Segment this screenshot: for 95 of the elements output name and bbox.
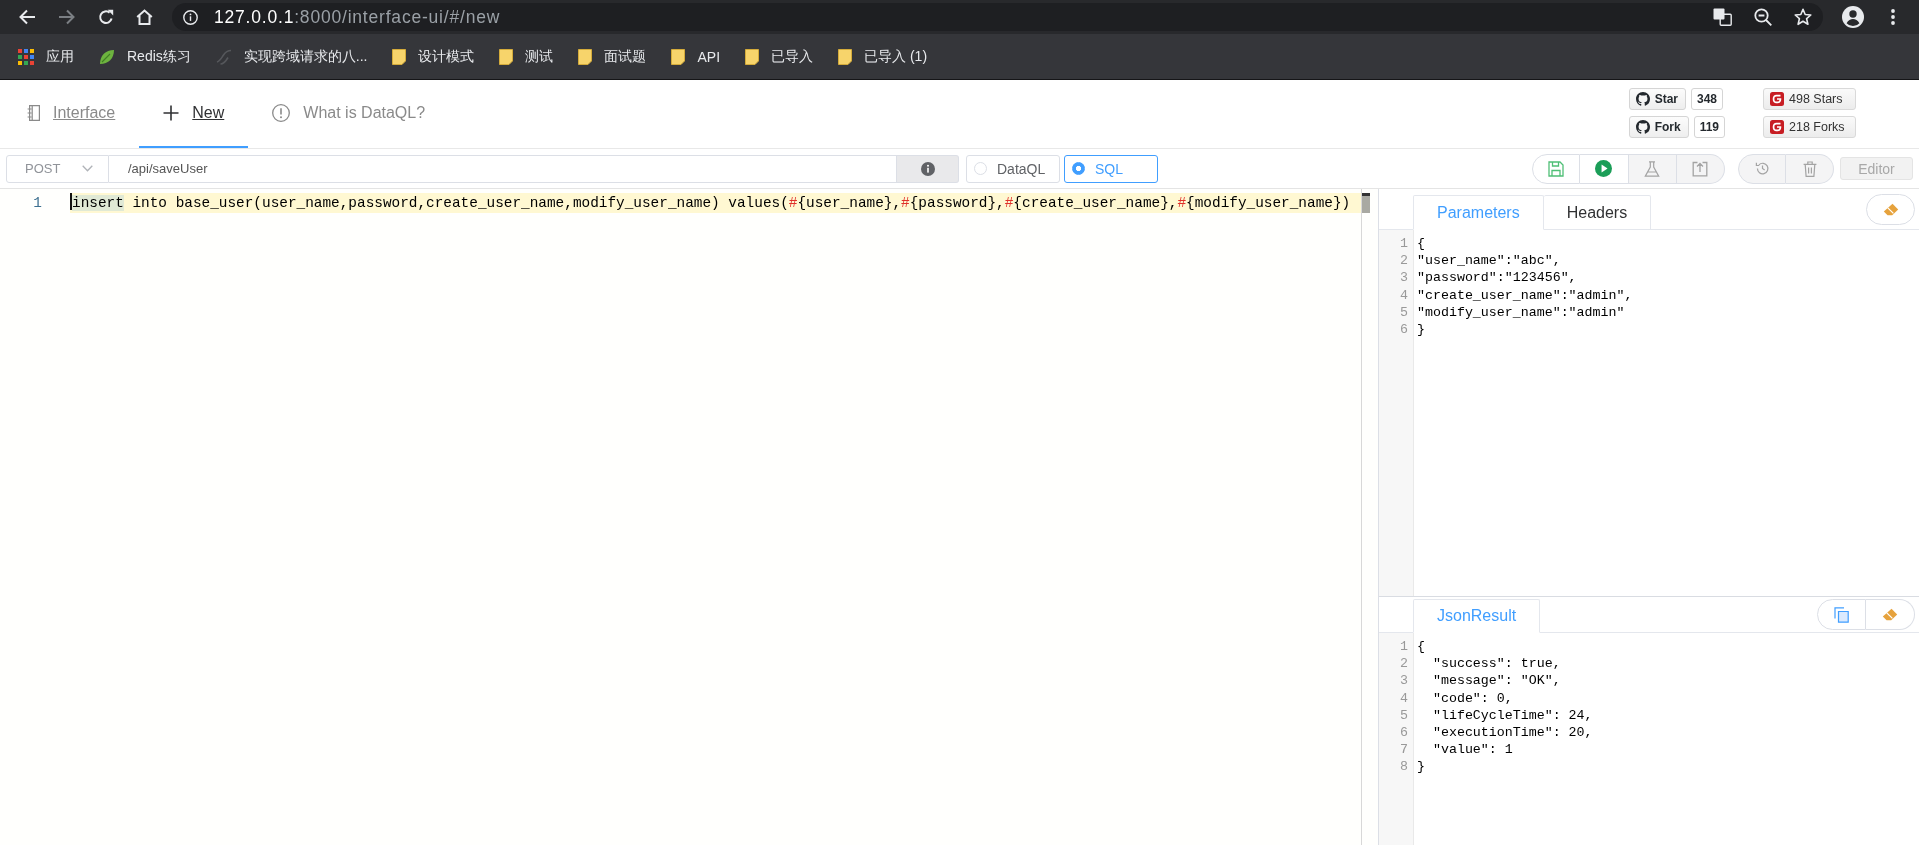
- github-button[interactable]: Fork: [1628, 116, 1689, 138]
- save-icon: [1548, 160, 1565, 177]
- code-line: "code": 0,: [1431, 690, 1513, 706]
- scrollbar-thumb[interactable]: [1362, 193, 1370, 213]
- url-text: 127.0.0.1:8000/interface-ui/#/new: [214, 6, 501, 28]
- line-number: 5: [1400, 707, 1408, 723]
- code-line: "password":"123456",: [1417, 270, 1577, 286]
- code-line: "lifeCycleTime": 24,: [1431, 707, 1593, 723]
- reload-icon[interactable]: [98, 9, 114, 25]
- apps-icon: [18, 48, 34, 65]
- line-number: 3: [1400, 270, 1408, 286]
- line-number: 1: [1400, 236, 1408, 251]
- folder-icon: [578, 48, 593, 65]
- line-number: 6: [1400, 724, 1408, 740]
- leaf-icon: [99, 48, 115, 65]
- address-bar[interactable]: 127.0.0.1:8000/interface-ui/#/new: [172, 3, 1823, 31]
- more-icon[interactable]: [1891, 9, 1895, 25]
- bookmark[interactable]: Redis练习: [99, 47, 191, 66]
- code-line: {: [1417, 639, 1425, 654]
- eraser-icon: [1882, 202, 1899, 216]
- folder-icon: [392, 48, 407, 65]
- translate-icon[interactable]: [1713, 8, 1732, 26]
- nav-tab[interactable]: What is DataQL?: [248, 80, 450, 148]
- forward-icon[interactable]: [58, 9, 76, 25]
- code-line: "message": "OK",: [1431, 673, 1561, 689]
- line-number: 1: [32, 194, 42, 213]
- code-line: "value": 1: [1431, 742, 1513, 758]
- repo-badge[interactable]: 218 Forks: [1763, 116, 1856, 138]
- clear-button[interactable]: [1866, 599, 1915, 630]
- folder-icon: [745, 48, 760, 65]
- count-badge[interactable]: 119: [1693, 116, 1725, 138]
- back-icon[interactable]: [18, 9, 36, 25]
- star-icon[interactable]: [1794, 8, 1812, 26]
- exclamation-icon: [272, 104, 291, 122]
- code-line: }: [1417, 759, 1425, 775]
- code-line: "user_name":"abc",: [1417, 253, 1561, 269]
- repo-badge[interactable]: 498 Stars: [1763, 88, 1856, 110]
- path-input[interactable]: /api/saveUser: [109, 154, 897, 183]
- run-button[interactable]: [1580, 153, 1629, 184]
- copy-icon: [1834, 606, 1849, 623]
- bookmark[interactable]: 已导入 (1): [838, 47, 928, 66]
- folder-icon: [499, 48, 514, 65]
- code-line: "executionTime": 20,: [1431, 724, 1593, 740]
- line-number: 1: [1400, 639, 1408, 654]
- mode-option[interactable]: DataQL: [966, 154, 1060, 183]
- code-line: }: [1417, 321, 1425, 337]
- code-line: "create_user_name":"admin",: [1417, 287, 1633, 303]
- copy-button[interactable]: [1817, 599, 1866, 630]
- code-line: {: [1417, 236, 1425, 251]
- panel-tab[interactable]: Headers: [1543, 195, 1652, 230]
- trash-icon: [1802, 160, 1817, 177]
- zoom-out-icon[interactable]: [1754, 8, 1772, 26]
- bookmark[interactable]: API: [671, 48, 721, 65]
- line-number: 7: [1400, 742, 1408, 758]
- clear-button[interactable]: [1866, 193, 1915, 225]
- line-number: 8: [1400, 759, 1408, 775]
- folder-icon: [838, 48, 853, 65]
- bookmark[interactable]: 面试题: [578, 47, 647, 66]
- play-icon: [1595, 160, 1613, 177]
- folder-icon: [671, 48, 686, 65]
- code-line: "modify_user_name":"admin": [1417, 304, 1625, 320]
- info-icon: [920, 161, 935, 176]
- line-number: 2: [1400, 656, 1408, 672]
- bookmark[interactable]: 已导入: [745, 47, 814, 66]
- site-icon: [215, 48, 232, 65]
- line-number: 4: [1400, 690, 1408, 706]
- chevron-down-icon: [82, 165, 93, 172]
- nav-tab[interactable]: Interface: [3, 80, 140, 148]
- github-button[interactable]: Star: [1628, 88, 1686, 110]
- nav-tab[interactable]: New: [139, 80, 249, 148]
- line-number: 6: [1400, 321, 1408, 337]
- plus-icon: [163, 105, 180, 121]
- line-number: 5: [1400, 304, 1408, 320]
- line-number: 2: [1400, 253, 1408, 269]
- logo-icon: [1770, 92, 1784, 106]
- bookmark[interactable]: 应用: [18, 47, 74, 66]
- count-badge[interactable]: 348: [1690, 88, 1723, 110]
- logo-icon: [1770, 120, 1784, 134]
- eraser-icon: [1882, 608, 1898, 621]
- bookmark[interactable]: 实现跨域请求的八...: [215, 47, 368, 66]
- info-icon: [183, 9, 198, 25]
- line-number: 3: [1400, 673, 1408, 689]
- code-line: "success": true,: [1431, 656, 1561, 672]
- home-icon[interactable]: [136, 9, 153, 25]
- bookmark[interactable]: 测试: [499, 47, 554, 66]
- notebook-icon: [27, 105, 40, 121]
- github-icon: [1635, 120, 1650, 134]
- line-number: 4: [1400, 287, 1408, 303]
- bookmark[interactable]: 设计模式: [392, 47, 475, 66]
- upload-icon: [1692, 160, 1709, 177]
- account-icon[interactable]: [1842, 6, 1864, 28]
- flask-icon: [1644, 160, 1661, 177]
- info-button[interactable]: [897, 154, 959, 183]
- history-icon: [1754, 161, 1770, 176]
- github-icon: [1635, 92, 1650, 106]
